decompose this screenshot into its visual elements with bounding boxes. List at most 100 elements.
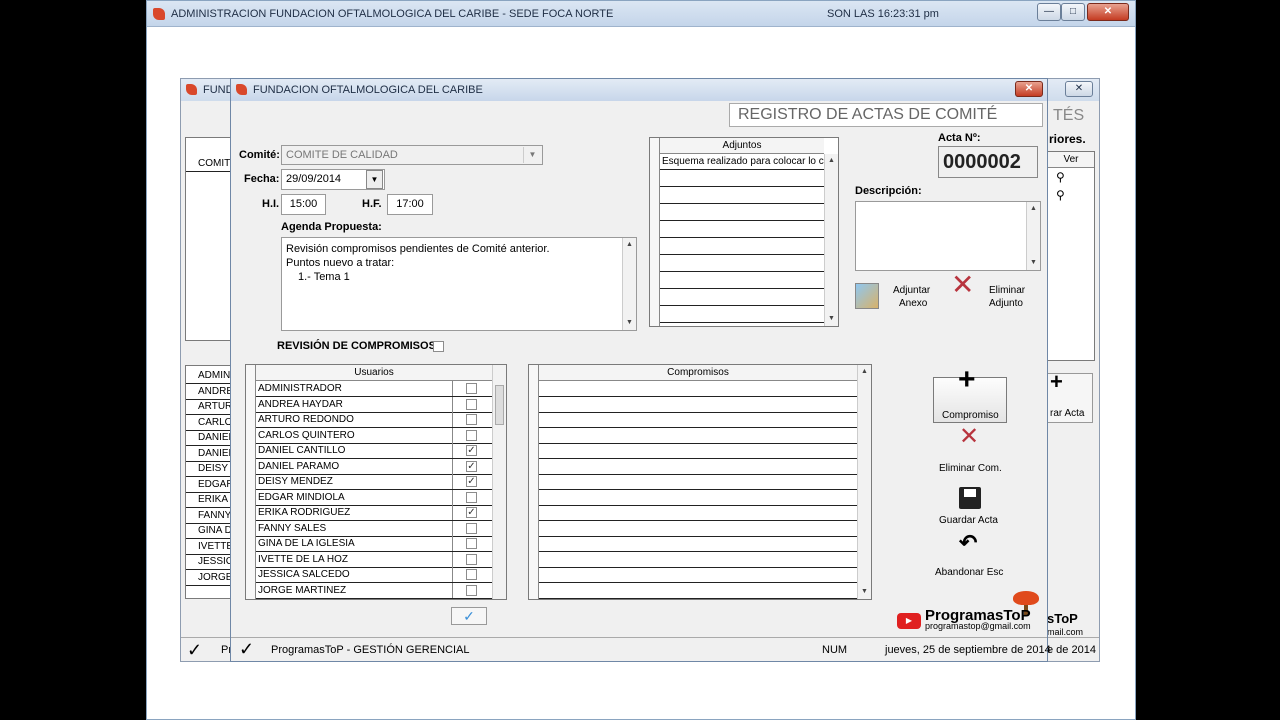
abandonar-button[interactable]: ↶ Abandonar Esc [927, 532, 1013, 581]
back-dialog-close-button[interactable]: ✕ [1065, 81, 1093, 97]
usuario-checkbox[interactable] [466, 491, 477, 503]
agenda-line: Revisión compromisos pendientes de Comit… [286, 243, 550, 255]
back-dialog-anteriores-fragment: riores. [1049, 132, 1086, 146]
adjuntar-anexo-button[interactable]: Adjuntar Anexo [853, 281, 943, 315]
back-email-fragment: mail.com [1047, 627, 1084, 637]
minimize-button[interactable]: — [1037, 3, 1061, 21]
agenda-textarea[interactable]: Revisión compromisos pendientes de Comit… [281, 237, 637, 331]
guardar-acta-button[interactable]: Guardar Acta [927, 485, 1013, 529]
usuario-checkbox[interactable]: ✓ [466, 445, 477, 456]
back-cerrar-acta-button[interactable]: + rar Acta [1047, 371, 1093, 423]
close-button[interactable]: ✕ [1087, 3, 1129, 21]
usuario-row[interactable]: FANNY SALES [256, 520, 492, 537]
scroll-up-icon[interactable]: ▲ [623, 239, 636, 251]
compromiso-row[interactable] [539, 505, 857, 521]
back-brand-fragment: sToP [1047, 611, 1078, 626]
usuario-checkbox[interactable] [466, 569, 477, 580]
compromiso-row[interactable] [539, 459, 857, 475]
usuario-row[interactable]: DANIEL PARAMO ✓ [256, 458, 492, 475]
adjunto-row[interactable]: Esquema realizado para colocar lo c [660, 154, 824, 170]
adjunto-row[interactable] [660, 222, 824, 238]
compromiso-row[interactable] [539, 536, 857, 552]
compromiso-row[interactable] [539, 428, 857, 444]
eliminar-adjunto-button[interactable]: ✕ Eliminar Adjunto [949, 269, 1039, 315]
adjunto-row[interactable] [660, 205, 824, 221]
usuario-row[interactable]: CARLOS QUINTERO [256, 427, 492, 444]
descripcion-textarea[interactable]: ▲ ▼ [855, 201, 1041, 271]
delete-x-icon: ✕ [951, 269, 975, 300]
compromiso-row[interactable] [539, 490, 857, 506]
scroll-thumb[interactable] [495, 385, 504, 425]
confirm-checkmark-button[interactable]: ✓ [451, 607, 487, 625]
usuario-row[interactable]: ARTURO REDONDO [256, 412, 492, 428]
hi-input[interactable]: 15:00 [281, 194, 326, 215]
adjunto-label: Adjunto [989, 298, 1023, 309]
search-icon[interactable]: ⚲ [1056, 170, 1065, 184]
comite-select[interactable]: COMITE DE CALIDAD [281, 145, 543, 165]
maximize-button[interactable]: □ [1061, 3, 1085, 21]
chevron-down-icon[interactable]: ▼ [523, 147, 541, 163]
scroll-up-icon[interactable]: ▲ [858, 366, 871, 378]
usuario-row[interactable]: IVETTE DE LA HOZ [256, 551, 492, 568]
compromiso-row[interactable] [539, 397, 857, 413]
save-icon-label-area [964, 489, 976, 497]
adjunto-row[interactable] [660, 256, 824, 272]
usuario-row[interactable]: ADMINISTRADOR [256, 381, 492, 397]
adjunto-row[interactable] [660, 239, 824, 255]
usuario-checkbox[interactable]: ✓ [466, 460, 477, 472]
usuario-row[interactable]: GINA DE LA IGLESIA [256, 536, 492, 552]
main-titlebar[interactable]: ADMINISTRACION FUNDACION OFTALMOLOGICA D… [147, 1, 1135, 27]
compromiso-row[interactable] [539, 521, 857, 537]
usuario-checkbox[interactable] [466, 429, 477, 441]
scroll-down-icon[interactable]: ▼ [858, 586, 871, 598]
acta-dialog-titlebar[interactable]: FUNDACION OFTALMOLOGICA DEL CARIBE ✕ [231, 79, 1047, 101]
adjunto-row[interactable] [660, 171, 824, 187]
calendar-dropdown-icon[interactable]: ▼ [366, 170, 383, 189]
compromisos-scrollbar[interactable]: ▲ ▼ [857, 365, 871, 599]
usuario-checkbox[interactable] [466, 553, 477, 565]
agenda-scrollbar[interactable]: ▲ ▼ [622, 238, 636, 330]
compromiso-row[interactable] [539, 412, 857, 428]
adjunto-row[interactable] [660, 188, 824, 204]
search-icon[interactable]: ⚲ [1056, 188, 1065, 202]
add-compromiso-button[interactable]: + Compromiso [933, 365, 1007, 423]
compromiso-row[interactable] [539, 474, 857, 490]
hf-input[interactable]: 17:00 [387, 194, 433, 215]
usuario-row[interactable]: DEISY MENDEZ ✓ [256, 474, 492, 490]
usuario-row[interactable]: JORGE MARTINEZ [256, 582, 492, 599]
usuario-checkbox[interactable] [466, 538, 477, 549]
adjunto-row[interactable] [660, 273, 824, 289]
usuario-name: IVETTE DE LA HOZ [258, 553, 349, 565]
usuario-row[interactable]: ANDREA HAYDAR [256, 396, 492, 413]
back-cerrar-acta-label: rar Acta [1050, 408, 1085, 419]
compromiso-row[interactable] [539, 583, 857, 599]
adjunto-row[interactable] [660, 290, 824, 306]
scroll-up-icon[interactable]: ▲ [1027, 203, 1040, 215]
usuario-checkbox[interactable] [466, 398, 477, 410]
usuario-row[interactable]: DANIEL CANTILLO ✓ [256, 443, 492, 459]
usuario-checkbox[interactable] [466, 584, 477, 596]
descripcion-scrollbar[interactable]: ▲ ▼ [1026, 202, 1040, 270]
compromiso-row[interactable] [539, 443, 857, 459]
adjuntos-scrollbar[interactable]: ▲ ▼ [824, 154, 838, 326]
compromiso-row[interactable] [539, 552, 857, 568]
adjunto-row[interactable] [660, 307, 824, 323]
usuarios-scrollbar[interactable] [492, 365, 506, 599]
acta-dialog-close-button[interactable]: ✕ [1015, 81, 1043, 97]
compromiso-row[interactable] [539, 567, 857, 583]
usuario-checkbox[interactable] [466, 414, 477, 425]
usuario-checkbox[interactable] [466, 383, 477, 394]
scroll-up-icon[interactable]: ▲ [825, 155, 838, 167]
scroll-down-icon[interactable]: ▼ [1027, 257, 1040, 269]
scroll-down-icon[interactable]: ▼ [825, 313, 838, 325]
usuario-checkbox[interactable]: ✓ [466, 507, 477, 518]
revision-checkbox[interactable] [433, 341, 444, 352]
usuario-checkbox[interactable]: ✓ [466, 476, 477, 487]
compromiso-row[interactable] [539, 381, 857, 397]
usuario-row[interactable]: ERIKA RODRIGUEZ ✓ [256, 505, 492, 521]
eliminar-com-button[interactable]: ✕ Eliminar Com. [927, 425, 1013, 475]
usuario-row[interactable]: EDGAR MINDIOLA [256, 489, 492, 506]
scroll-down-icon[interactable]: ▼ [623, 317, 636, 329]
usuario-row[interactable]: JESSICA SALCEDO [256, 567, 492, 583]
usuario-checkbox[interactable] [466, 522, 477, 534]
